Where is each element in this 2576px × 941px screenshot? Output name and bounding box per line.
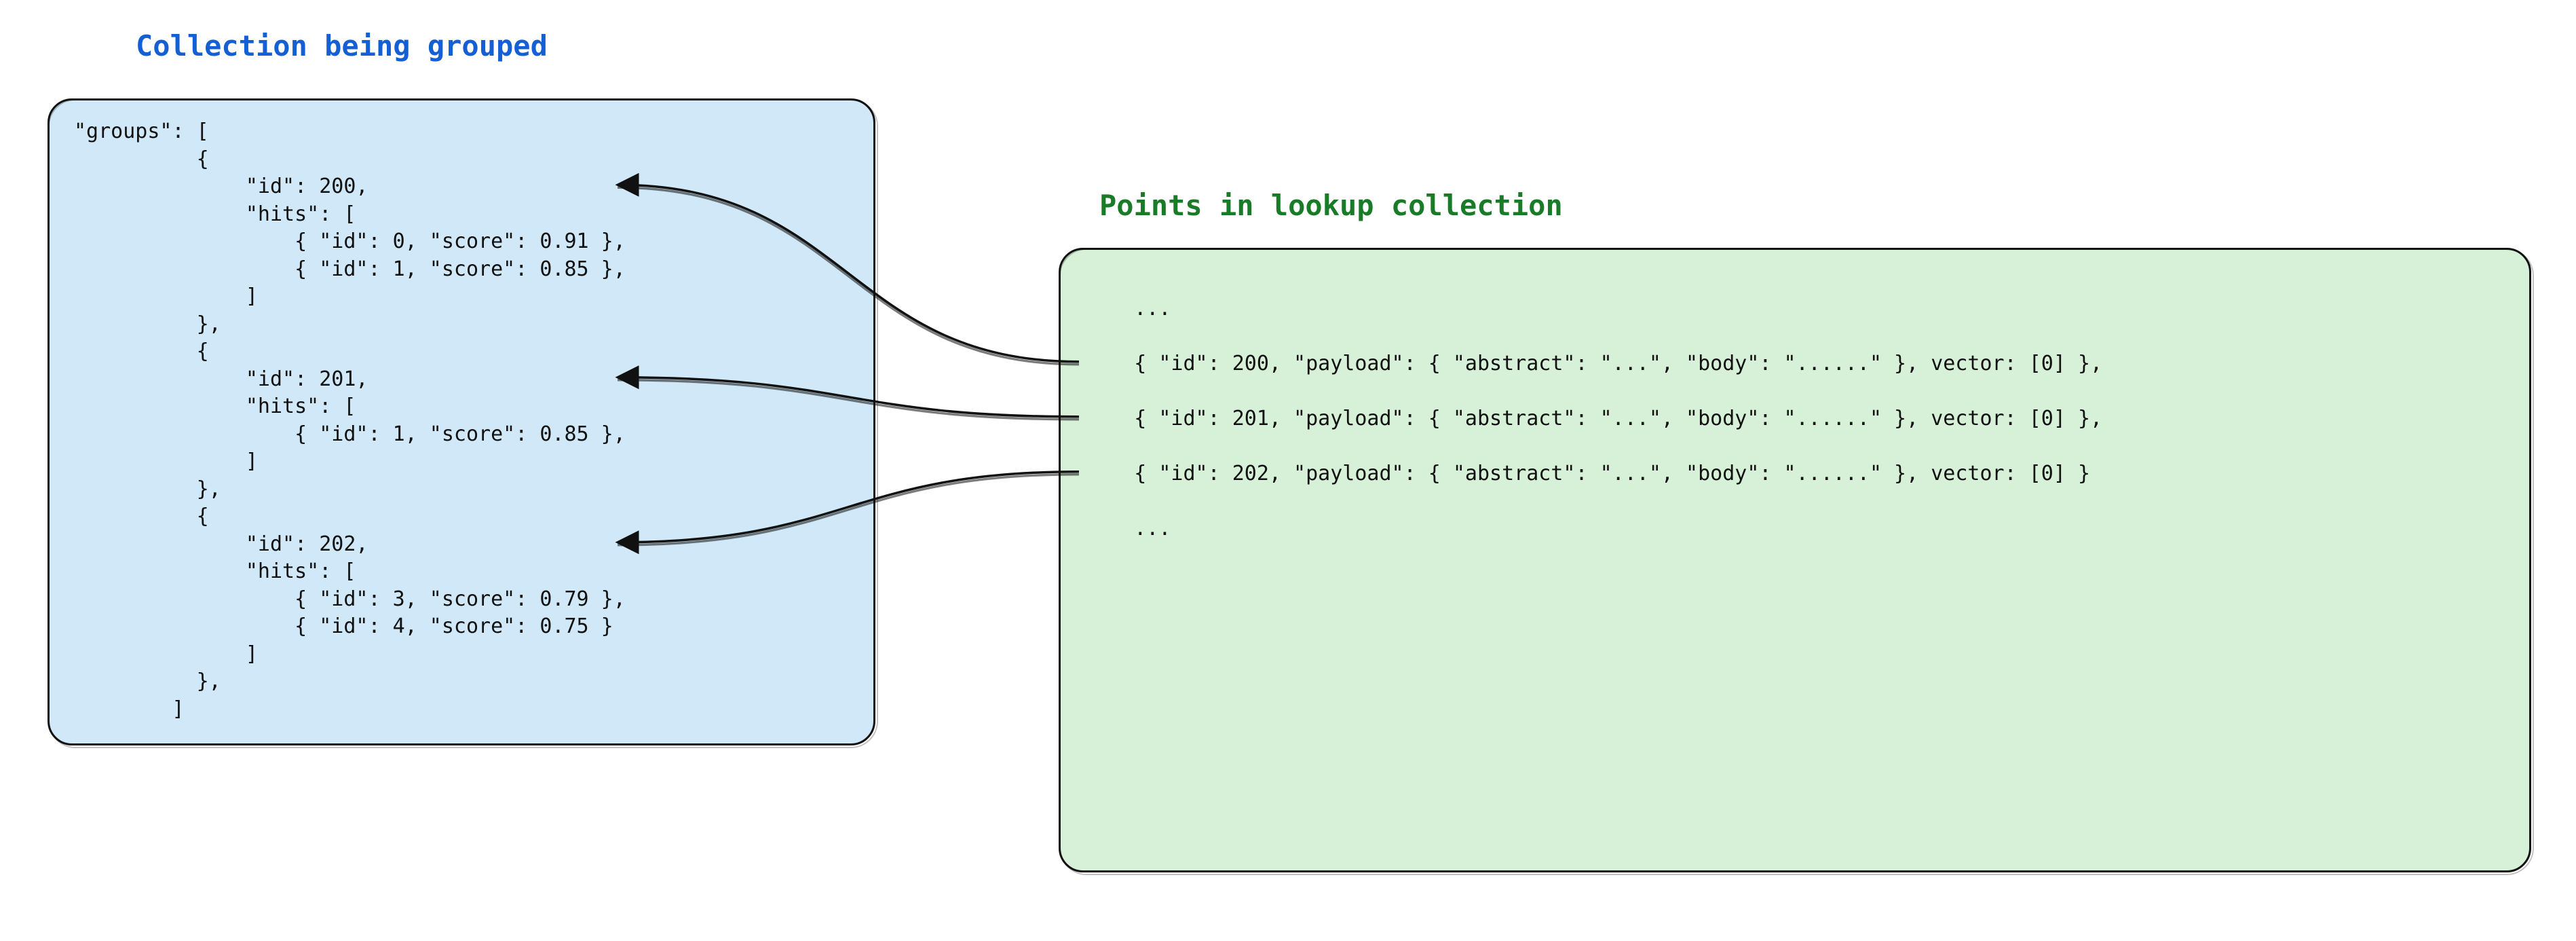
diagram-canvas: Collection being grouped Points in looku… [0, 0, 2576, 941]
lookup-collection-json: ... { "id": 200, "payload": { "abstract"… [1085, 267, 2505, 542]
right-title: Points in lookup collection [1099, 187, 1563, 225]
left-title: Collection being grouped [136, 27, 548, 66]
lookup-collection-panel: ... { "id": 200, "payload": { "abstract"… [1059, 248, 2531, 872]
grouped-collection-panel: "groups": [ { "id": 200, "hits": [ { "id… [48, 98, 875, 745]
grouped-collection-json: "groups": [ { "id": 200, "hits": [ { "id… [74, 118, 849, 723]
